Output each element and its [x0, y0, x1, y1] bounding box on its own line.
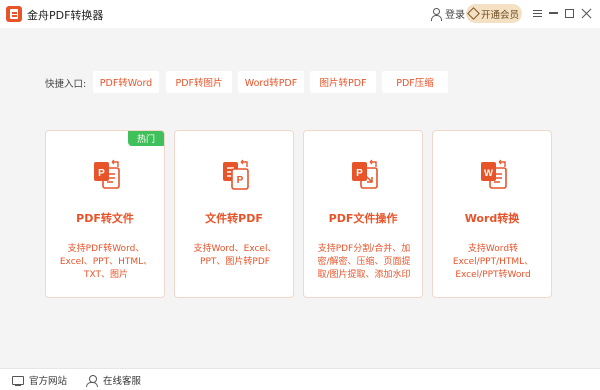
svg-text:P: P: [98, 168, 105, 179]
minimize-button[interactable]: [545, 5, 561, 21]
vip-label: 开通会员: [480, 9, 519, 21]
svg-text:P: P: [356, 168, 363, 179]
menu-icon: [532, 9, 542, 17]
pdf-operation-icon: P: [352, 159, 378, 189]
title-bar: 金舟PDF转换器 登录 开通会员: [0, 0, 600, 28]
maximize-button[interactable]: [561, 5, 577, 21]
quick-entry-label: 快捷入口:: [45, 79, 87, 90]
pdf-to-file-icon: P: [94, 159, 120, 189]
card-title: PDF转文件: [76, 212, 134, 225]
card-pdf-operation[interactable]: P PDF文件操作 支持PDF分割/合并、加密/解密、压缩、页面提取/图片提取、…: [303, 130, 423, 298]
card-title: 文件转PDF: [205, 212, 263, 225]
vip-button[interactable]: 开通会员: [466, 4, 522, 23]
svg-text:W: W: [484, 168, 493, 179]
card-description: 支持Word、Excel、PPT、图片转PDF: [193, 244, 277, 267]
minimize-icon: [548, 12, 558, 14]
hot-badge: 热门: [128, 131, 164, 146]
file-to-pdf-icon: P: [223, 159, 249, 190]
user-icon: [430, 7, 442, 21]
card-word-convert[interactable]: W Word转换 支持Word转Excel/PPT/HTML、Excel/PPT…: [432, 130, 552, 298]
official-website-label: 官方网站: [29, 376, 68, 387]
card-description: 支持PDF分割/合并、加密/解密、压缩、页面提取/图片提取、添加水印: [317, 244, 411, 280]
close-button[interactable]: [578, 5, 594, 21]
word-convert-icon: W: [481, 159, 507, 189]
card-pdf-to-file[interactable]: 热门 P PDF转文件 支持PDF转Word、Excel、PPT、HTML、TX…: [45, 130, 165, 298]
quick-entry-pdf-to-image[interactable]: PDF转图片: [166, 71, 232, 93]
app-title: 金舟PDF转换器: [27, 9, 104, 22]
headset-icon: [86, 374, 98, 387]
monitor-icon: [12, 375, 24, 386]
menu-button[interactable]: [529, 5, 545, 21]
quick-entry-pdf-to-word[interactable]: PDF转Word: [93, 71, 159, 93]
login-label: 登录: [445, 10, 465, 21]
close-icon: [581, 8, 592, 19]
diamond-icon: [467, 7, 480, 20]
card-title: Word转换: [464, 212, 520, 225]
online-service-link[interactable]: 在线客服: [86, 373, 141, 387]
footer-bar: 官方网站 在线客服: [0, 368, 600, 390]
card-description: 支持Word转Excel/PPT/HTML、Excel/PPT转Word: [452, 244, 534, 280]
quick-entry-word-to-pdf[interactable]: Word转PDF: [238, 71, 304, 93]
svg-text:P: P: [237, 175, 244, 186]
card-title: PDF文件操作: [328, 212, 398, 225]
quick-entry-pdf-compress[interactable]: PDF压缩: [382, 71, 448, 93]
official-website-link[interactable]: 官方网站: [12, 373, 67, 387]
login-button[interactable]: 登录: [430, 6, 465, 21]
quick-entry-image-to-pdf[interactable]: 图片转PDF: [310, 71, 376, 93]
app-logo-icon: [6, 6, 22, 22]
maximize-icon: [564, 8, 574, 18]
card-description: 支持PDF转Word、Excel、PPT、HTML、TXT、图片: [59, 244, 153, 280]
online-service-label: 在线客服: [103, 376, 142, 387]
card-file-to-pdf[interactable]: P 文件转PDF 支持Word、Excel、PPT、图片转PDF: [174, 130, 294, 298]
